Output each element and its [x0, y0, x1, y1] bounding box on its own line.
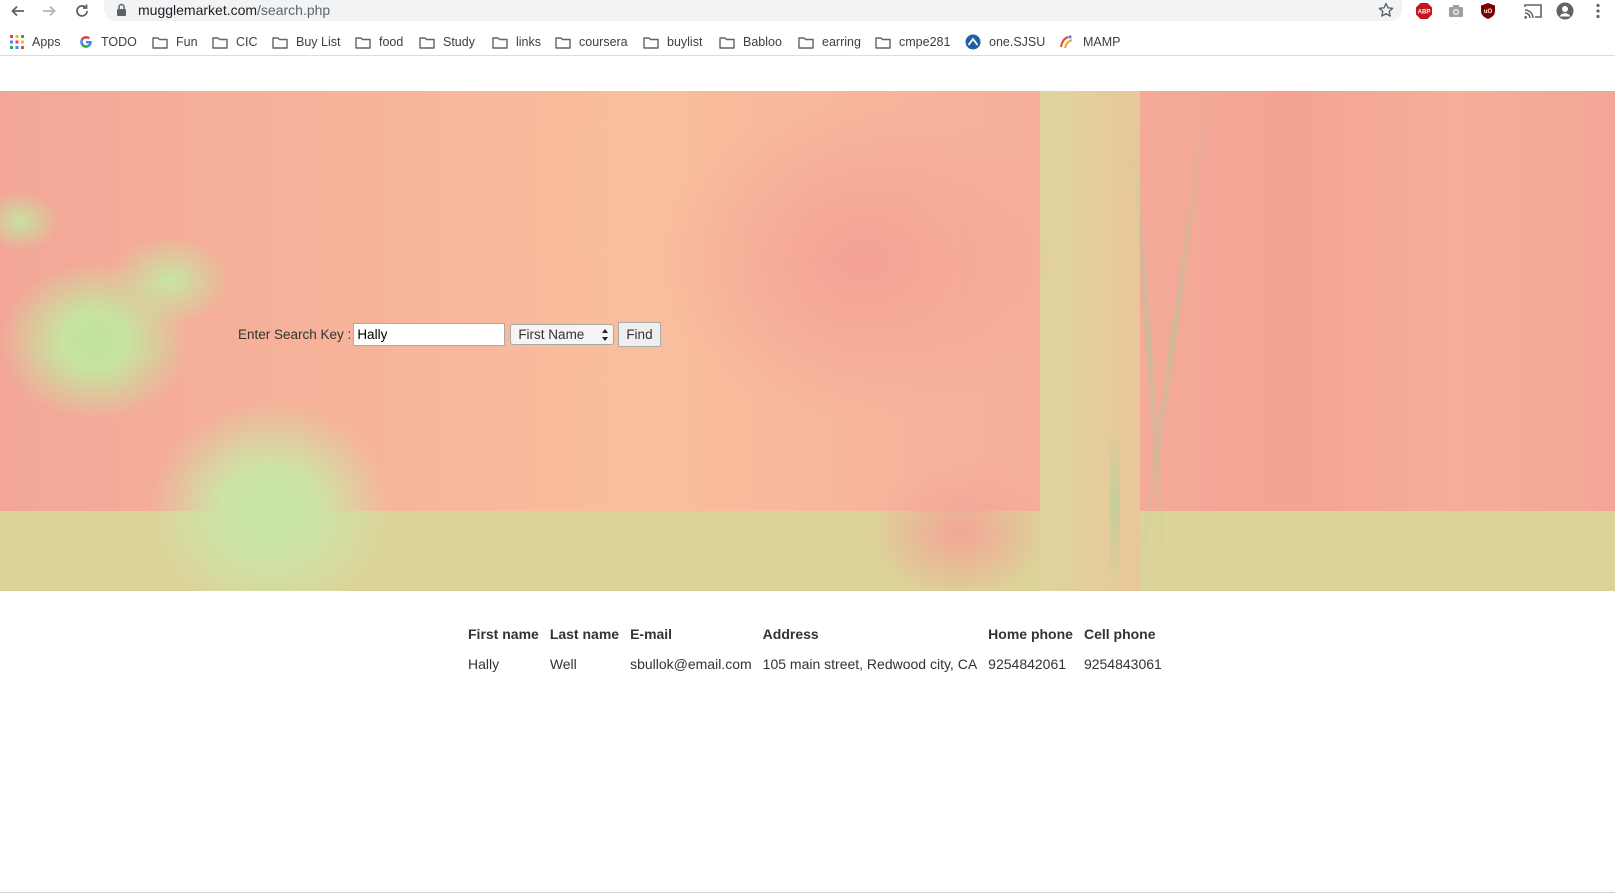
ublock-extension-button[interactable]: uO	[1478, 1, 1498, 21]
folder-icon	[555, 36, 571, 49]
folder-icon	[492, 36, 508, 49]
folder-icon	[152, 36, 168, 49]
bookmark-label: food	[379, 35, 404, 49]
bookmark-label: earring	[822, 35, 861, 49]
bookmark-label: coursera	[579, 35, 628, 49]
folder-icon	[643, 36, 659, 49]
url-path: /search.php	[257, 2, 331, 18]
camera-icon	[1449, 5, 1463, 17]
abp-extension-button[interactable]: ABP	[1414, 1, 1434, 21]
folder-icon	[875, 36, 891, 49]
bookmark-buylist[interactable]: buylist	[643, 33, 702, 51]
col-first-name: First name	[468, 626, 539, 642]
bookmark-label: Study	[443, 35, 475, 49]
bookmark-label: Fun	[176, 35, 198, 49]
bookmark-label: CIC	[236, 35, 258, 49]
search-field-select[interactable]: First Name	[510, 323, 615, 345]
cast-button[interactable]	[1523, 1, 1543, 21]
camera-extension-button[interactable]	[1446, 1, 1466, 21]
bookmark-label: MAMP	[1083, 35, 1121, 49]
bookmark-earring[interactable]: earring	[798, 33, 861, 51]
banner-texture	[1110, 421, 1120, 591]
cell-first-name: Hally	[468, 656, 500, 672]
cell-home-phone: 9254842061	[988, 656, 1067, 672]
search-form: Enter Search Key : First Name Find	[238, 321, 661, 347]
folder-icon	[212, 36, 228, 49]
folder-icon	[719, 36, 735, 49]
bookmark-label: TODO	[101, 35, 137, 49]
forward-button[interactable]	[37, 0, 61, 22]
lock-icon	[117, 3, 126, 16]
back-arrow-icon	[11, 5, 24, 17]
mamp-icon	[1059, 34, 1075, 50]
google-icon	[79, 35, 93, 49]
folder-icon	[355, 36, 371, 49]
svg-text:ABP: ABP	[1418, 10, 1431, 16]
bookmark-label: links	[516, 35, 542, 49]
bookmark-links[interactable]: links	[492, 33, 541, 51]
bookmark-star-icon[interactable]	[1378, 2, 1394, 18]
bookmarks-bar: Apps TODO Fun CIC Buy List food Study li…	[0, 29, 1615, 56]
bookmark-label: buylist	[667, 35, 703, 49]
bookmark-buy-list[interactable]: Buy List	[272, 33, 340, 51]
ublock-icon: uO	[1481, 3, 1495, 19]
select-arrows-icon	[602, 328, 609, 341]
cell-email: sbullok@email.com	[630, 656, 752, 672]
url-text: mugglemarket.com/search.php	[138, 0, 330, 21]
search-key-label: Enter Search Key :	[238, 326, 352, 342]
bookmark-mamp[interactable]: MAMP	[1059, 33, 1121, 51]
bookmark-label: cmpe281	[899, 35, 951, 49]
col-address: Address	[762, 626, 819, 642]
bookmark-label: one.SJSU	[989, 35, 1046, 49]
url-host: mugglemarket.com	[138, 2, 258, 18]
results-header-row: First name Last name E-mail Address Home…	[468, 623, 1173, 652]
reload-button[interactable]	[70, 0, 94, 22]
bookmark-label: Babloo	[743, 35, 782, 49]
bookmark-label: Apps	[32, 35, 61, 49]
cast-icon	[1524, 4, 1542, 19]
folder-icon	[272, 36, 288, 49]
bookmark-cic[interactable]: CIC	[212, 33, 258, 51]
find-button[interactable]: Find	[618, 321, 661, 347]
col-email: E-mail	[630, 626, 673, 642]
abp-icon: ABP	[1416, 3, 1432, 19]
col-last-name: Last name	[549, 626, 620, 642]
svg-text:uO: uO	[1484, 9, 1493, 15]
bookmark-food[interactable]: food	[355, 33, 403, 51]
bookmark-coursera[interactable]: coursera	[555, 33, 628, 51]
bookmark-fun[interactable]: Fun	[152, 33, 198, 51]
bookmark-cmpe281[interactable]: cmpe281	[875, 33, 950, 51]
col-home-phone: Home phone	[988, 626, 1073, 642]
back-button[interactable]	[6, 0, 30, 22]
results-table: First name Last name E-mail Address Home…	[468, 623, 1173, 675]
page-bottom-divider	[0, 892, 1615, 893]
bookmark-label: Buy List	[296, 35, 341, 49]
kebab-menu-icon	[1596, 3, 1600, 19]
sjsu-icon	[965, 34, 981, 50]
bookmark-babloo[interactable]: Babloo	[719, 33, 782, 51]
search-key-input[interactable]	[353, 322, 506, 346]
col-cell-phone: Cell phone	[1083, 626, 1156, 642]
forward-arrow-icon	[43, 5, 56, 17]
cell-address: 105 main street, Redwood city, CA	[762, 656, 978, 672]
folder-icon	[798, 36, 814, 49]
profile-button[interactable]	[1555, 1, 1575, 21]
table-row: Hally Well sbullok@email.com 105 main st…	[468, 652, 1173, 675]
bookmark-one-sjsu[interactable]: one.SJSU	[965, 33, 1045, 51]
browser-menu-button[interactable]	[1588, 1, 1608, 21]
bookmark-study[interactable]: Study	[419, 33, 475, 51]
cell-cell-phone: 9254843061	[1083, 656, 1162, 672]
address-bar[interactable]: mugglemarket.com/search.php	[104, 0, 1402, 21]
search-field-selected: First Name	[518, 326, 585, 342]
cell-last-name: Well	[549, 656, 577, 672]
apps-grid-icon	[10, 35, 24, 49]
reload-icon	[76, 4, 88, 17]
bookmark-apps[interactable]: Apps	[10, 33, 61, 51]
browser-toolbar: mugglemarket.com/search.php ABP uO	[0, 0, 1615, 22]
account-avatar-icon	[1556, 2, 1574, 20]
bookmark-todo[interactable]: TODO	[79, 33, 137, 51]
folder-icon	[419, 36, 435, 49]
